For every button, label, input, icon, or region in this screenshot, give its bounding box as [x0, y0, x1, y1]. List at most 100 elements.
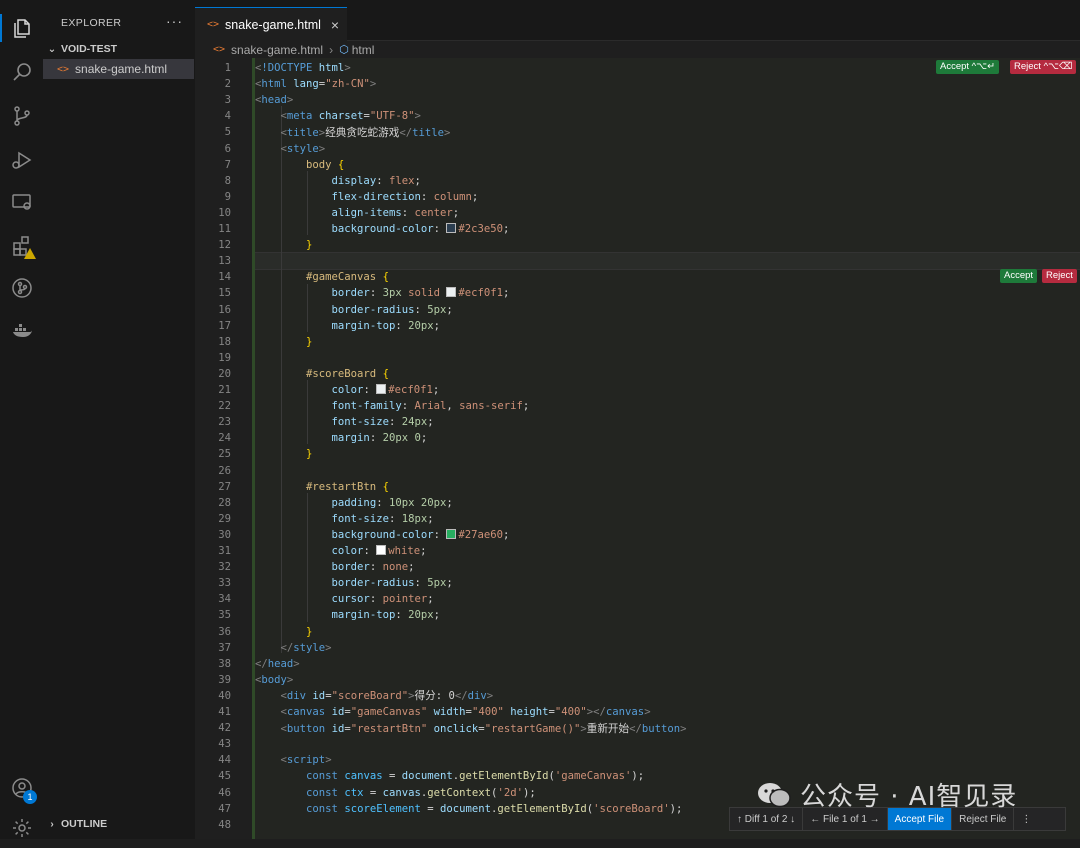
- code-line[interactable]: 6 <style>: [195, 141, 1080, 157]
- code-line[interactable]: 38 </head>: [195, 656, 1080, 672]
- code-token: onclick: [427, 722, 479, 735]
- code-line[interactable]: 4 <meta charset="UTF-8">: [195, 108, 1080, 124]
- code-line[interactable]: 14 #gameCanvas {: [195, 269, 1080, 285]
- line-number: 8: [224, 174, 231, 187]
- more-actions-icon[interactable]: ···: [166, 13, 183, 29]
- reject-all-button[interactable]: Reject ^⌥⌫: [1010, 60, 1077, 74]
- code-line[interactable]: 19: [195, 350, 1080, 366]
- file-item-snake-game[interactable]: <> snake-game.html: [43, 59, 194, 79]
- code-token: "scoreBoard": [331, 690, 409, 703]
- code-line[interactable]: 25 }: [195, 446, 1080, 462]
- code-token: :: [376, 174, 389, 187]
- code-line[interactable]: 16 border-radius: 5px;: [195, 302, 1080, 318]
- code-line[interactable]: 41 <canvas id="gameCanvas" width="400" h…: [195, 704, 1080, 720]
- breadcrumb-file[interactable]: snake-game.html: [231, 43, 323, 57]
- line-content: <canvas id="gameCanvas" width="400" heig…: [255, 706, 651, 718]
- code-token: >: [344, 62, 351, 75]
- code-line[interactable]: 7 body {: [195, 157, 1080, 173]
- line-number: 40: [218, 689, 231, 702]
- diff-navigation[interactable]: ↑ Diff 1 of 2 ↓: [730, 808, 804, 830]
- code-token: cursor: [331, 593, 370, 606]
- code-line[interactable]: 22 font-family: Arial, sans-serif;: [195, 398, 1080, 414]
- code-line[interactable]: 36 }: [195, 624, 1080, 640]
- code-line[interactable]: 33 border-radius: 5px;: [195, 575, 1080, 591]
- code-line[interactable]: 26: [195, 463, 1080, 479]
- line-number: 16: [218, 303, 231, 316]
- code-line[interactable]: 3 <head>: [195, 92, 1080, 108]
- code-line[interactable]: 39 <body>: [195, 672, 1080, 688]
- search-icon[interactable]: [0, 52, 43, 92]
- line-content: margin-top: 20px;: [255, 320, 440, 332]
- git-graph-icon[interactable]: [0, 268, 43, 308]
- code-token: html: [312, 62, 345, 75]
- reject-change-button[interactable]: Reject: [1042, 269, 1077, 283]
- line-content: const scoreElement = document.getElement…: [255, 803, 682, 815]
- code-token: </: [454, 690, 468, 703]
- code-line[interactable]: 43: [195, 736, 1080, 752]
- watermark-text: 公众号 · AI智见录: [800, 782, 1018, 812]
- docker-icon[interactable]: [0, 310, 43, 350]
- code-line[interactable]: 34 cursor: pointer;: [195, 591, 1080, 607]
- line-content: border: 3px solid #ecf0f1;: [255, 287, 509, 299]
- code-token: </: [255, 657, 268, 670]
- code-token: canvas: [344, 770, 383, 783]
- line-number: 28: [218, 496, 231, 509]
- accept-change-button[interactable]: Accept: [1000, 269, 1038, 283]
- code-line[interactable]: 23 font-size: 24px;: [195, 414, 1080, 430]
- code-token: display: [331, 174, 377, 187]
- code-line[interactable]: 15 border: 3px solid #ecf0f1;: [195, 285, 1080, 301]
- account-icon[interactable]: 1: [0, 768, 43, 808]
- code-token: 10px 20px: [388, 496, 447, 509]
- more-options-icon[interactable]: ⋮: [1014, 808, 1038, 830]
- code-line[interactable]: 28 padding: 10px 20px;: [195, 495, 1080, 511]
- code-token: head: [261, 94, 287, 107]
- code-line[interactable]: 42 <button id="restartBtn" onclick="rest…: [195, 720, 1080, 736]
- code-line[interactable]: 27 #restartBtn {: [195, 479, 1080, 495]
- code-line[interactable]: 5 <title>经典贪吃蛇游戏</title>: [195, 124, 1080, 140]
- code-line[interactable]: 35 margin-top: 20px;: [195, 607, 1080, 623]
- close-icon[interactable]: ×: [331, 17, 339, 33]
- tab-snake-game[interactable]: <> snake-game.html ×: [195, 7, 347, 41]
- files-icon[interactable]: [0, 8, 43, 48]
- code-line[interactable]: 10 align-items: center;: [195, 205, 1080, 221]
- code-token: :: [433, 223, 447, 236]
- code-line[interactable]: 17 margin-top: 20px;: [195, 318, 1080, 334]
- line-content: <meta charset="UTF-8">: [255, 110, 421, 122]
- code-line[interactable]: 20 #scoreBoard {: [195, 366, 1080, 382]
- code-line[interactable]: 37 </style>: [195, 640, 1080, 656]
- code-token: flex-direction: [331, 190, 421, 203]
- code-line[interactable]: 8 display: flex;: [195, 173, 1080, 189]
- run-debug-icon[interactable]: [0, 140, 43, 180]
- code-token: title: [286, 126, 319, 139]
- breadcrumb-symbol[interactable]: html: [352, 43, 375, 57]
- gear-icon[interactable]: [0, 808, 43, 848]
- code-line[interactable]: 13: [195, 253, 1080, 269]
- accept-all-button[interactable]: Accept ^⌥↵: [936, 60, 1000, 74]
- code-line[interactable]: 9 flex-direction: column;: [195, 189, 1080, 205]
- code-line[interactable]: 2 <html lang="zh-CN">: [195, 76, 1080, 92]
- outline-section[interactable]: › OUTLINE: [43, 814, 195, 834]
- source-control-icon[interactable]: [0, 96, 43, 136]
- code-line[interactable]: 29 font-size: 18px;: [195, 511, 1080, 527]
- code-line[interactable]: 30 background-color: #27ae60;: [195, 527, 1080, 543]
- code-line[interactable]: 44 <script>: [195, 752, 1080, 768]
- code-line[interactable]: 21 color: #ecf0f1;: [195, 382, 1080, 398]
- workspace-section[interactable]: ⌄ VOID-TEST: [43, 39, 195, 59]
- code-line[interactable]: 24 margin: 20px 0;: [195, 430, 1080, 446]
- remote-explorer-icon[interactable]: [0, 182, 43, 222]
- code-line[interactable]: 40 <div id="scoreBoard">得分: 0</div>: [195, 688, 1080, 704]
- extensions-icon[interactable]: [0, 226, 43, 266]
- code-line[interactable]: 12 }: [195, 237, 1080, 253]
- code-line[interactable]: 11 background-color: #2c3e50;: [195, 221, 1080, 237]
- code-line[interactable]: 31 color: white;: [195, 543, 1080, 559]
- code-token: >: [369, 78, 377, 91]
- code-token: column: [433, 190, 472, 203]
- code-editor[interactable]: 1 <!DOCTYPE html> 2 <html lang="zh-CN"> 3 <he…: [195, 58, 1080, 839]
- code-line[interactable]: 32 border: none;: [195, 559, 1080, 575]
- code-line[interactable]: 18 }: [195, 334, 1080, 350]
- line-content: }: [255, 336, 312, 348]
